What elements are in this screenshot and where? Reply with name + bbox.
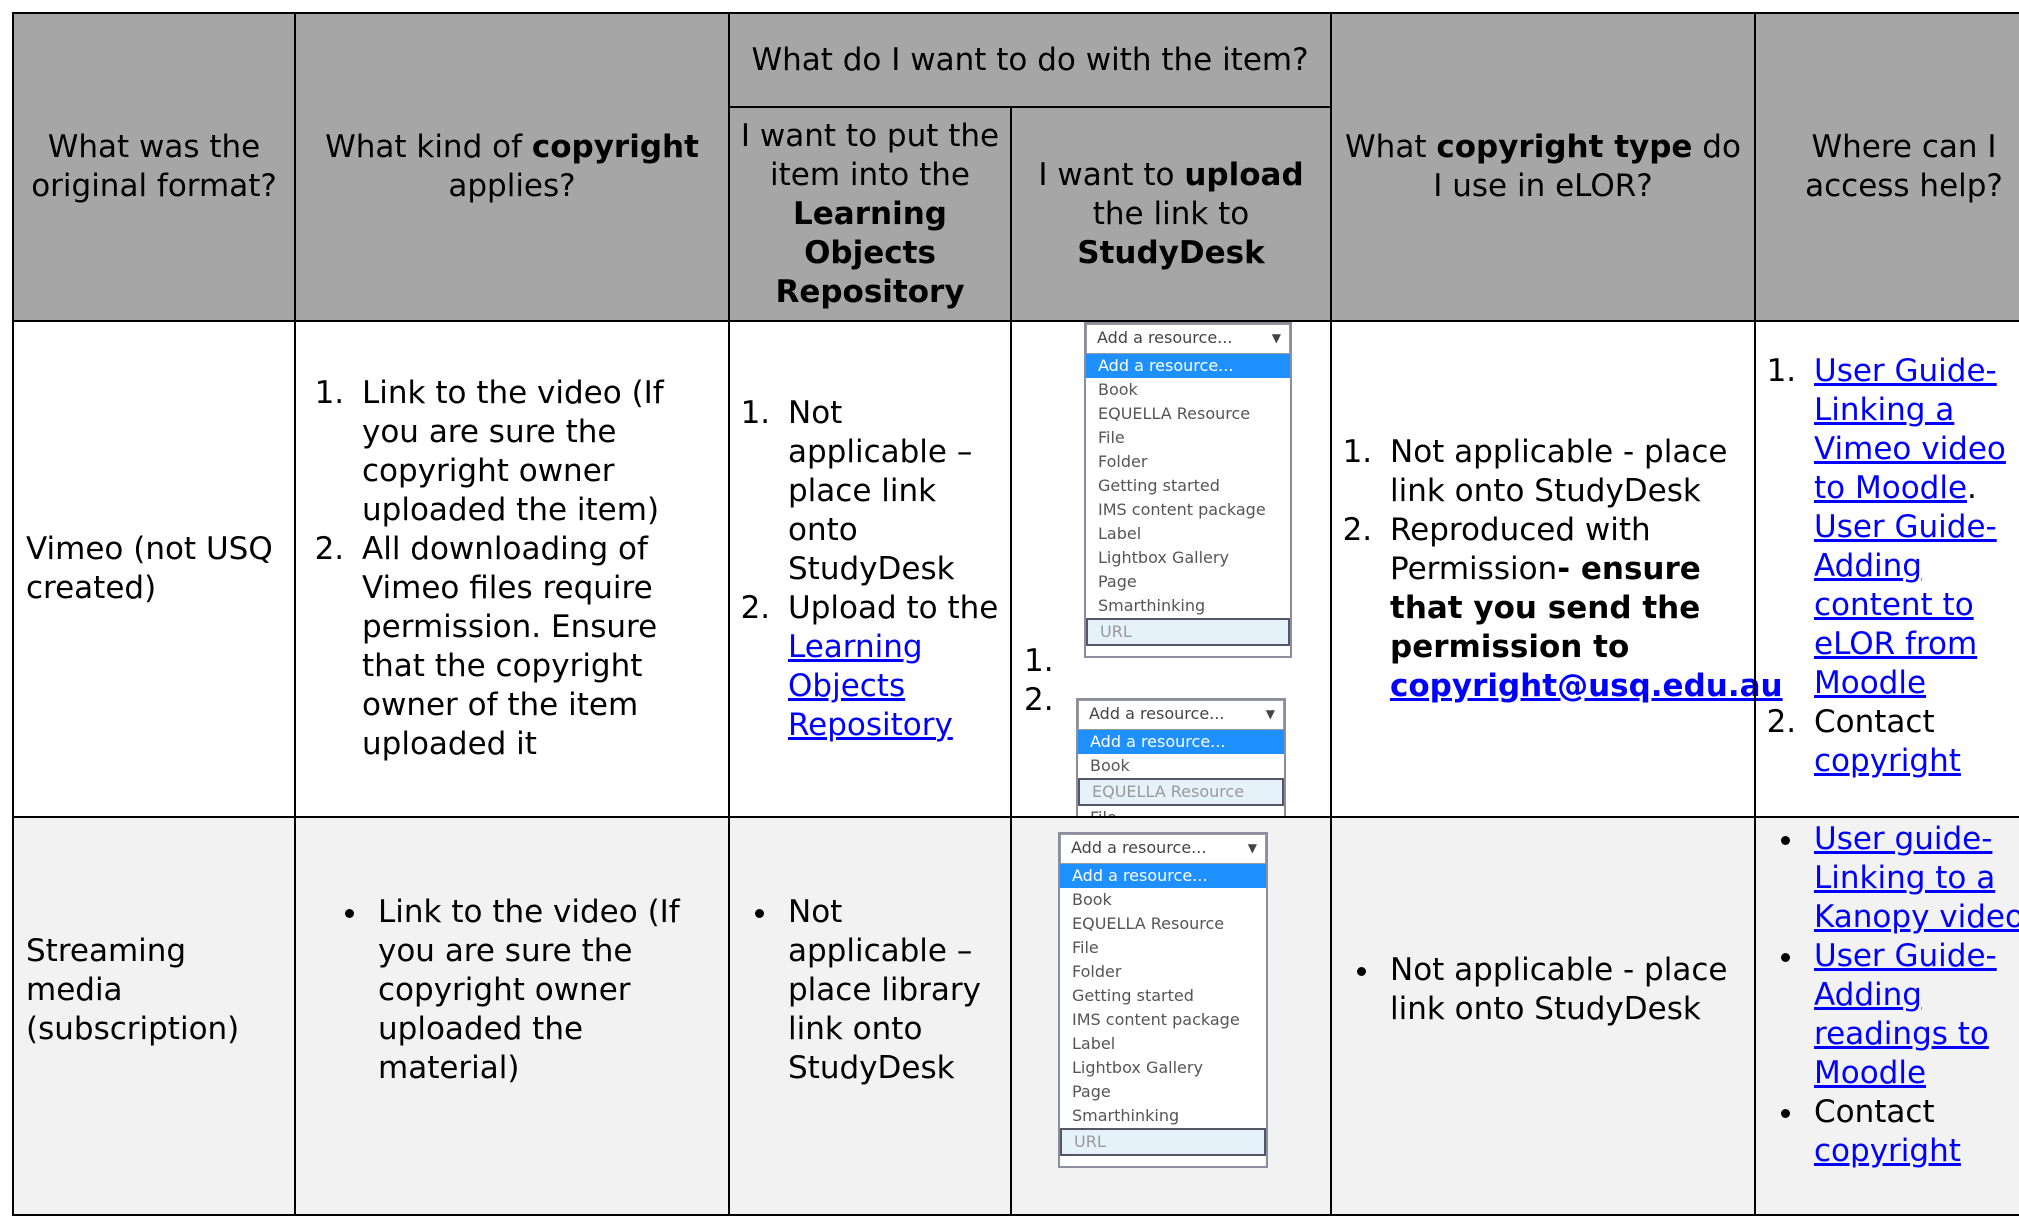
header-original-format: What was the original format? <box>12 12 296 322</box>
dropdown-option[interactable]: IMS content package <box>1086 498 1290 522</box>
contact-copyright-link[interactable]: copyright <box>1814 743 1961 779</box>
dropdown-option-url[interactable]: URL <box>1060 1128 1266 1156</box>
dropdown-option[interactable]: Add a resource... <box>1086 354 1290 378</box>
caret-down-icon: ▼ <box>1265 707 1275 721</box>
header-group-what-to-do: What do I want to do with the item? <box>728 12 1332 108</box>
dropdown-option[interactable]: Book <box>1078 754 1284 778</box>
row2-type-list: Not applicable - place link onto StudyDe… <box>1342 951 1744 1029</box>
row1-copyright-list: Link to the video (If you are sure the c… <box>306 374 718 764</box>
list-item: Link to the video (If you are sure the c… <box>370 893 718 1088</box>
dropdown-option-url[interactable]: URL <box>1086 618 1290 646</box>
list-item: Contact copyright <box>1806 1093 2019 1171</box>
dropdown-option[interactable]: Label <box>1086 522 1290 546</box>
dropdown-select[interactable]: Add a resource... ▼ <box>1060 834 1266 864</box>
row2-copyright: Link to the video (If you are sure the c… <box>294 816 730 1216</box>
list-item: Not applicable – place link onto StudyDe… <box>780 394 1000 589</box>
row2-format: Streaming media (subscription) <box>12 816 296 1216</box>
resource-dropdown-short[interactable]: Add a resource... ▼ Add a resource... Boo… <box>1076 698 1286 816</box>
header-put-in-lor: I want to put the item into the Learning… <box>728 106 1012 322</box>
row2-lor-list: Not applicable – place library link onto… <box>740 893 1000 1088</box>
list-item: User Guide- Adding readings to Moodle <box>1806 937 2019 1093</box>
list-item: Upload to the Learning Objects Repositor… <box>780 589 1000 745</box>
row2-upload: Add a resource... ▼ Add a resource... Boo… <box>1010 816 1332 1216</box>
resource-dropdown-full[interactable]: Add a resource... ▼ Add a resource... Boo… <box>1058 832 1268 1168</box>
row1-help-list: User Guide- Linking a Vimeo video to Moo… <box>1766 352 2019 781</box>
copyright-table: What was the original format? What kind … <box>0 0 2019 1216</box>
list-item: Contact copyright <box>1806 703 2019 781</box>
list-item: Link to the video (If you are sure the c… <box>354 374 718 530</box>
row2-copyright-type: Not applicable - place link onto StudyDe… <box>1330 816 1756 1216</box>
row1-lor: Not applicable – place link onto StudyDe… <box>728 320 1012 818</box>
list-item: User Guide- Linking a Vimeo video to Moo… <box>1806 352 2019 703</box>
dropdown-option[interactable]: Folder <box>1086 450 1290 474</box>
header-upload-link: I want to upload the link to StudyDesk <box>1010 106 1332 322</box>
row1-lor-list: Not applicable – place link onto StudyDe… <box>740 394 1000 745</box>
list-item: All downloading of Vimeo files require p… <box>354 530 718 764</box>
dropdown-option[interactable]: Page <box>1086 570 1290 594</box>
dropdown-option[interactable]: Lightbox Gallery <box>1086 546 1290 570</box>
lor-link[interactable]: Learning Objects Repository <box>788 629 953 743</box>
dropdown-option[interactable]: Add a resource... <box>1078 730 1284 754</box>
caret-down-icon: ▼ <box>1271 331 1281 345</box>
help-link-readings[interactable]: User Guide- Adding readings to Moodle <box>1814 938 1997 1091</box>
dropdown-option[interactable]: Folder <box>1060 960 1266 984</box>
dropdown-select[interactable]: Add a resource... ▼ <box>1078 700 1284 730</box>
list-item: Not applicable - place link onto StudyDe… <box>1382 433 1783 511</box>
help-link-vimeo[interactable]: User Guide- Linking a Vimeo video to Moo… <box>1814 353 2006 506</box>
dropdown-option[interactable]: IMS content package <box>1060 1008 1266 1032</box>
dropdown-option[interactable]: EQUELLA Resource <box>1086 402 1290 426</box>
copyright-email-link[interactable]: copyright@usq.edu.au <box>1390 668 1783 704</box>
dropdown-option[interactable]: Getting started <box>1086 474 1290 498</box>
row1-type-list: Not applicable - place link onto StudyDe… <box>1342 433 1783 706</box>
resource-dropdown-full[interactable]: Add a resource... ▼ Add a resource... Boo… <box>1084 322 1292 658</box>
header-access-help: Where can I access help? <box>1754 12 2019 322</box>
help-link-kanopy[interactable]: User guide- Linking to a Kanopy video <box>1814 821 2019 935</box>
dropdown-option[interactable]: Book <box>1086 378 1290 402</box>
dropdown-option[interactable]: Page <box>1060 1080 1266 1104</box>
dropdown-option[interactable]: Smarthinking <box>1060 1104 1266 1128</box>
dropdown-option[interactable]: Book <box>1060 888 1266 912</box>
dropdown-option[interactable]: Add a resource... <box>1060 864 1266 888</box>
row1-copyright: Link to the video (If you are sure the c… <box>294 320 730 818</box>
row2-help: User guide- Linking to a Kanopy video Us… <box>1754 816 2019 1216</box>
dropdown-option[interactable]: File <box>1060 936 1266 960</box>
caret-down-icon: ▼ <box>1247 841 1257 855</box>
dropdown-option[interactable]: Getting started <box>1060 984 1266 1008</box>
dropdown-option[interactable]: EQUELLA Resource <box>1078 778 1284 806</box>
dropdown-option[interactable]: Lightbox Gallery <box>1060 1056 1266 1080</box>
help-link-elor[interactable]: User Guide- Adding content to eLOR from … <box>1814 509 1997 701</box>
dropdown-select[interactable]: Add a resource... ▼ <box>1086 324 1290 354</box>
row1-help: User Guide- Linking a Vimeo video to Moo… <box>1754 320 2019 818</box>
row1-upload: 1. 2. Add a resource... ▼ Add a resource.… <box>1010 320 1332 818</box>
upload-steps: 1. 2. <box>1024 643 1054 718</box>
row2-copyright-list: Link to the video (If you are sure the c… <box>306 893 718 1088</box>
dropdown-option[interactable]: Label <box>1060 1032 1266 1056</box>
list-item: Not applicable – place library link onto… <box>780 893 1000 1088</box>
header-copyright-type: What copyright type do I use in eLOR? <box>1330 12 1756 322</box>
list-item: Reproduced with Permission- ensure that … <box>1382 511 1783 706</box>
dropdown-option[interactable]: File <box>1086 426 1290 450</box>
list-item: Not applicable - place link onto StudyDe… <box>1382 951 1744 1029</box>
row1-copyright-type: Not applicable - place link onto StudyDe… <box>1330 320 1783 818</box>
dropdown-option[interactable]: EQUELLA Resource <box>1060 912 1266 936</box>
row1-format: Vimeo (not USQ created) <box>12 320 296 818</box>
header-copyright-kind: What kind of copyright applies? <box>294 12 730 322</box>
list-item: User guide- Linking to a Kanopy video <box>1806 820 2019 937</box>
contact-copyright-link[interactable]: copyright <box>1814 1133 1961 1169</box>
row2-help-list: User guide- Linking to a Kanopy video Us… <box>1766 820 2019 1171</box>
dropdown-option[interactable]: Smarthinking <box>1086 594 1290 618</box>
row2-lor: Not applicable – place library link onto… <box>728 816 1012 1216</box>
